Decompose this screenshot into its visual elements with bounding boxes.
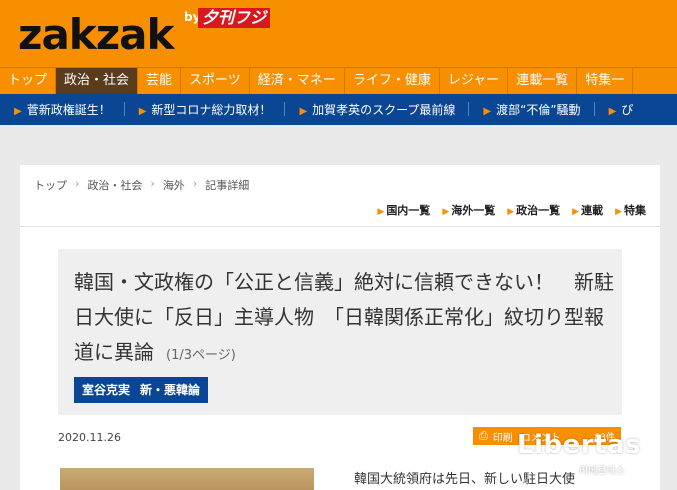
article-title: 韓国・文政権の「公正と信義」絶対に信頼できない！ 新駐日大使に「反日」主導人物 …: [74, 265, 614, 373]
category-tab[interactable]: 特集一: [577, 68, 634, 94]
watermark-main: Libertas: [517, 430, 641, 460]
article-photo: [60, 468, 314, 490]
category-tab[interactable]: ライフ・健康: [345, 68, 440, 94]
section-sub-nav: ▶ 国内一覧 ▶ 海外一覧 ▶ 政治一覧 ▶ 連載 ▶ 特集: [365, 202, 646, 218]
arrow-right-icon: ▶: [483, 106, 492, 117]
category-nav: トップ 政治・社会 芸能 スポーツ 経済・マネー ライフ・健康 レジャー 連載一覧 特集一: [0, 67, 677, 94]
category-tab[interactable]: 経済・マネー: [250, 68, 345, 94]
sub-nav-label: 海外一覧: [451, 204, 496, 217]
sub-nav-label: 国内一覧: [386, 204, 431, 217]
watermark-sub: 리베르타스: [579, 466, 625, 477]
watermark: Libertas 리베르타스: [517, 430, 667, 480]
topic-label: 菅新政権誕生！: [26, 103, 111, 117]
arrow-right-icon: ▶: [377, 207, 385, 217]
topic-link[interactable]: ▶ 新型コロナ総力取材！: [125, 101, 286, 118]
sub-nav-link[interactable]: ▶ 特集: [615, 202, 646, 218]
sub-nav-label: 政治一覧: [516, 204, 561, 217]
sub-nav-link[interactable]: ▶ 政治一覧: [507, 202, 560, 218]
arrow-right-icon: ▶: [507, 207, 515, 217]
topic-label: ぴ: [621, 103, 634, 117]
category-tab[interactable]: スポーツ: [181, 68, 250, 94]
headline-box: 韓国・文政権の「公正と信義」絶対に信頼できない！ 新駐日大使に「反日」主導人物 …: [58, 249, 622, 415]
arrow-right-icon: ▶: [442, 207, 450, 217]
breadcrumb-item[interactable]: 海外: [163, 177, 185, 193]
arrow-right-icon: ▶: [299, 106, 308, 117]
topic-label: 加賀孝英のスクープ最前線: [312, 103, 456, 117]
arrow-right-icon: ▶: [138, 106, 147, 117]
topic-link[interactable]: ▶ 加賀孝英のスクープ最前線: [285, 101, 470, 118]
topic-link[interactable]: ▶ ぴ: [595, 101, 648, 118]
chevron-right-icon: ›: [150, 177, 155, 190]
category-tab[interactable]: 芸能: [138, 68, 182, 94]
category-tab[interactable]: 連載一覧: [508, 68, 578, 94]
print-button[interactable]: 印刷: [493, 429, 513, 444]
page-count: (1/3ページ): [166, 348, 236, 363]
publish-date: 2020.11.26: [58, 431, 121, 444]
arrow-right-icon: ▶: [615, 207, 622, 217]
print-icon[interactable]: ⎙: [479, 429, 488, 443]
topic-label: 渡部“不倫”騒動: [496, 103, 581, 117]
sub-nav-label: 特集: [624, 204, 646, 217]
breadcrumb: トップ › 政治・社会 › 海外 › 記事詳細: [34, 177, 249, 193]
publisher-logo[interactable]: 夕刊フジ: [198, 8, 271, 28]
category-tab[interactable]: 政治・社会: [56, 68, 139, 94]
site-logo[interactable]: zakzak: [18, 12, 174, 58]
arrow-right-icon: ▶: [572, 207, 580, 217]
breadcrumb-item[interactable]: トップ: [34, 177, 67, 193]
topic-label: 新型コロナ総力取材！: [151, 103, 272, 117]
author-name: 室谷克実: [82, 383, 131, 397]
breadcrumb-item: 記事詳細: [205, 179, 250, 192]
series-name: 新・悪韓論: [140, 383, 201, 397]
divider: [20, 226, 660, 227]
topic-link[interactable]: ▶ 渡部“不倫”騒動: [469, 101, 595, 118]
arrow-right-icon: ▶: [608, 106, 617, 117]
sub-nav-label: 連載: [581, 204, 604, 217]
category-tab[interactable]: トップ: [0, 68, 57, 94]
article-title-text: 韓国・文政権の「公正と信義」絶対に信頼できない！ 新駐日大使に「反日」主導人物 …: [74, 270, 614, 364]
chevron-right-icon: ›: [192, 177, 198, 190]
byline-badge[interactable]: 室谷克実 新・悪韓論: [74, 377, 209, 403]
sub-nav-link[interactable]: ▶ 国内一覧: [377, 202, 430, 218]
topic-bar: ▶ 菅新政権誕生！ ▶ 新型コロナ総力取材！ ▶ 加賀孝英のスクープ最前線 ▶ 渡部“不倫”騒…: [0, 94, 677, 125]
arrow-right-icon: ▶: [14, 106, 22, 117]
category-tab[interactable]: レジャー: [440, 68, 509, 94]
sub-nav-link[interactable]: ▶ 海外一覧: [442, 202, 495, 218]
topic-link[interactable]: ▶ 菅新政権誕生！: [0, 101, 125, 118]
breadcrumb-item[interactable]: 政治・社会: [87, 177, 142, 193]
site-header: zakzak by 夕刊フジ: [0, 0, 677, 67]
chevron-right-icon: ›: [75, 177, 80, 190]
sub-nav-link[interactable]: ▶ 連載: [572, 202, 603, 218]
